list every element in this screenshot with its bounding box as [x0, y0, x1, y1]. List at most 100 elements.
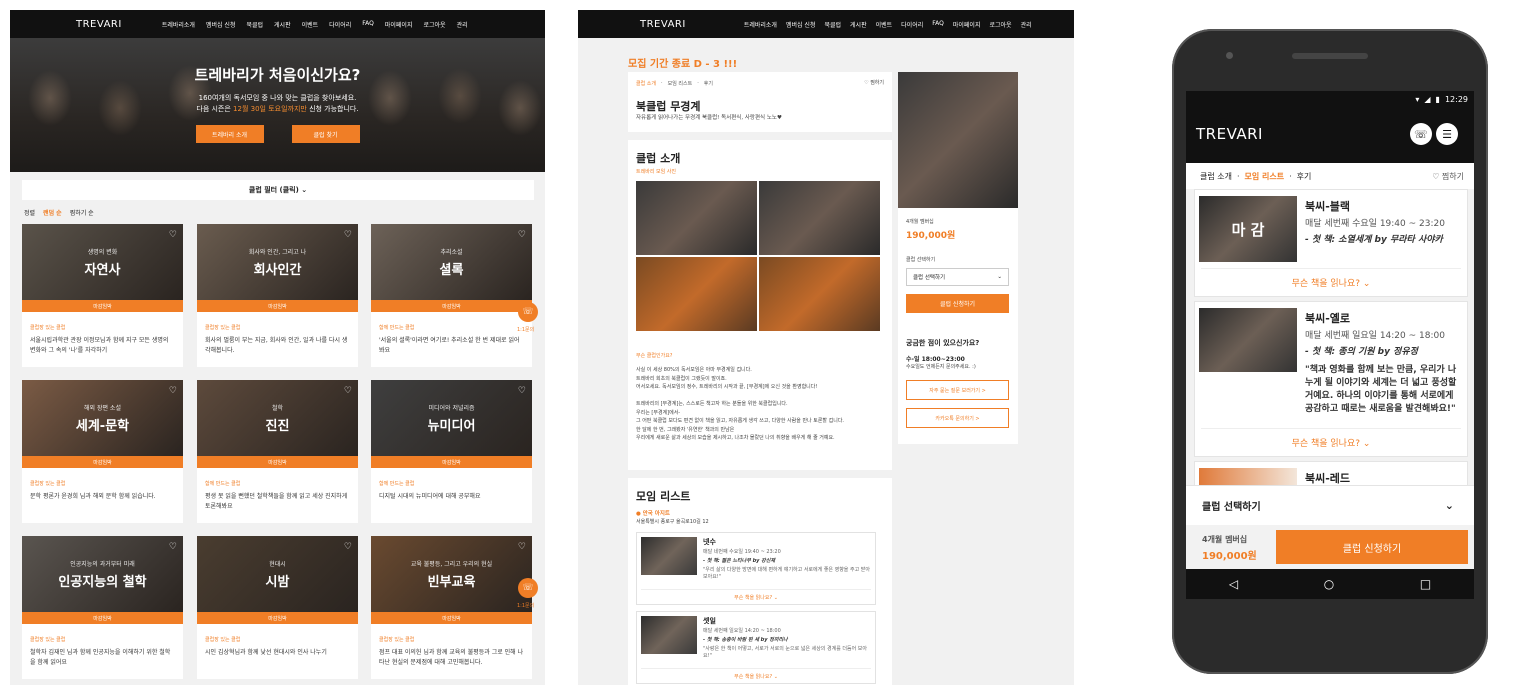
heart-icon[interactable]: ♡: [169, 230, 177, 240]
nav-link[interactable]: 마이페이지: [953, 20, 981, 29]
club-title: 진진: [265, 418, 290, 434]
club-cover-photo: [898, 72, 1018, 208]
club-tag: 클럽장 있는 클럽: [30, 637, 66, 643]
apply-button[interactable]: 클럽 신청하기: [906, 294, 1009, 313]
heart-icon[interactable]: ♡: [344, 386, 352, 396]
session-more-button[interactable]: 무슨 책을 읽나요? ⌄: [637, 594, 875, 601]
home-icon[interactable]: ○: [1324, 577, 1334, 591]
tab-sep: ·: [1289, 171, 1292, 181]
crumb-intro[interactable]: 클럽 소개: [636, 80, 656, 87]
club-card[interactable]: 추리소설 셜록 ♡ 마감임박 함께 만드는 클럽 '서울의 셜록'이라면 여기로! 추리소…: [371, 224, 532, 367]
club-card[interactable]: 미디어와 저널리즘 뉴미디어 ♡ 마감임박 함께 만드는 클럽 디지털 시대의 뉴미디어에…: [371, 380, 532, 523]
club-card[interactable]: 생명의 변화 자연사 ♡ 마감임박 클럽장 있는 클럽 서울시립과학관 관장 이정모님과 …: [22, 224, 183, 367]
nav-link[interactable]: 게시판: [274, 20, 291, 29]
crumb-list[interactable]: 모임 리스트: [668, 80, 693, 87]
heart-icon[interactable]: ♡: [344, 542, 352, 552]
filter-label: 클럽 필터 (클릭): [248, 186, 299, 194]
club-select[interactable]: 클럽 선택하기 ⌄: [906, 268, 1009, 286]
wish-button[interactable]: ♡ 찜하기: [1432, 171, 1464, 182]
club-filter[interactable]: 클럽 필터 (클릭) ⌄: [22, 180, 534, 200]
crumb-review[interactable]: 후기: [704, 80, 713, 87]
sort-random[interactable]: 랜덤 순: [43, 208, 62, 217]
apply-button[interactable]: 클럽 신청하기: [1276, 530, 1468, 564]
club-description: '서울의 셜록'이라면 여기로! 추리소설 한 번 제대로 읽어봐요: [379, 337, 520, 354]
club-category: 인공지능의 과거부터 미래: [70, 560, 135, 568]
kakao-button[interactable]: 카카오톡 문의하기 >: [906, 408, 1009, 428]
club-description: 디지털 시대의 뉴미디어에 대해 공부해요: [379, 493, 481, 500]
heart-icon[interactable]: ♡: [344, 230, 352, 240]
faq-button[interactable]: 자주 묻는 질문 보러가기 >: [906, 380, 1009, 400]
club-card[interactable]: 해외 장편 소설 세계-문학 ♡ 마감임박 클럽장 있는 클럽 문학 평론가 윤경희 님과…: [22, 380, 183, 523]
divider: [1201, 268, 1461, 269]
nav-link[interactable]: 북클럽: [824, 20, 841, 29]
tab-intro[interactable]: 클럽 소개: [1200, 171, 1232, 182]
club-select[interactable]: 클럽 선택하기 ⌄: [1186, 485, 1474, 525]
logo[interactable]: TREVARI: [76, 19, 122, 30]
session-card[interactable]: 북씨-옐로 매달 세번째 일요일 14:20 ~ 18:00 - 첫 책: 종의…: [1194, 301, 1468, 457]
nav-link[interactable]: 이벤트: [302, 20, 319, 29]
nav-link[interactable]: 트레바리소개: [744, 20, 777, 29]
club-description: 평생 못 읽을 뻔했던 철학책들을 함께 읽고 세상 진지하게 토론해봐요: [205, 493, 348, 510]
session-card[interactable]: 넷수 매달 네번째 수요일 19:40 ~ 23:20 - 첫 책: 젊은 느티…: [636, 532, 876, 605]
nav-link[interactable]: 이벤트: [876, 20, 893, 29]
nav-link[interactable]: 로그아웃: [423, 20, 445, 29]
wish-button[interactable]: ♡ 찜하기: [864, 79, 884, 88]
nav-link[interactable]: 북클럽: [246, 20, 263, 29]
tab-review[interactable]: 후기: [1297, 171, 1312, 182]
session-card[interactable]: 마 감 북씨-블랙 매달 세번째 수요일 19:40 ~ 23:20 - 첫 책…: [1194, 189, 1468, 297]
description-line: 우리는 [무경계]에서-: [636, 409, 681, 416]
chevron-down-icon: ⌄: [997, 274, 1002, 280]
club-card[interactable]: 인공지능의 과거부터 미래 인공지능의 철학 ♡ 마감임박 클럽장 있는 클럽 철학자 김…: [22, 536, 183, 679]
session-more-button[interactable]: 무슨 책을 읽나요? ⌄: [637, 673, 875, 680]
closing-badge: 마감임박: [197, 612, 358, 624]
place-name[interactable]: ● 안국 아지트: [636, 509, 670, 517]
heart-icon[interactable]: ♡: [169, 542, 177, 552]
menu-icon[interactable]: ☰: [1436, 123, 1458, 145]
about-button[interactable]: 트레바리 소개: [195, 125, 264, 143]
nav-link[interactable]: 멤버십 신청: [786, 20, 816, 29]
logo[interactable]: TREVARI: [1196, 125, 1263, 143]
closing-badge: 마감임박: [22, 456, 183, 468]
session-more-button[interactable]: 무슨 책을 읽나요? ⌄: [1195, 436, 1467, 449]
nav-link[interactable]: 멤버십 신청: [206, 20, 236, 29]
find-club-button[interactable]: 클럽 찾기: [291, 125, 360, 143]
nav-link[interactable]: 관리: [1021, 20, 1032, 29]
nav-link[interactable]: 마이페이지: [385, 20, 413, 29]
logo[interactable]: TREVARI: [640, 19, 686, 30]
description-line: 트레바리 회초의 북클럽이 그랬듯이 말이죠.: [636, 375, 727, 382]
club-tag: 클럽장 있는 클럽: [379, 637, 415, 643]
club-category: 생명의 변화: [87, 248, 118, 256]
nav-link[interactable]: 다이어리: [329, 20, 351, 29]
sort-wish[interactable]: 찜하기 순: [70, 208, 94, 217]
club-card[interactable]: 현대시 시밤 ♡ 마감임박 클럽장 있는 클럽 시인 김상혁님과 함께 낯선 현대시와 인…: [197, 536, 358, 679]
phone-icon[interactable]: ☏: [1410, 123, 1432, 145]
club-card[interactable]: 교육 불평등, 그리고 우리의 현실 빈부교육 ♡ 마감임박 클럽장 있는 클럽 점프 대…: [371, 536, 532, 679]
heart-icon[interactable]: ♡: [518, 386, 526, 396]
nav-link[interactable]: 관리: [457, 20, 468, 29]
nav-link[interactable]: 트레바리소개: [162, 20, 195, 29]
club-photo-3: [636, 257, 757, 331]
nav-link[interactable]: FAQ: [362, 20, 374, 29]
tab-list[interactable]: 모임 리스트: [1245, 171, 1285, 182]
chat-fab[interactable]: ☏: [518, 302, 538, 322]
back-icon[interactable]: ◁: [1229, 577, 1238, 591]
recents-icon[interactable]: □: [1420, 577, 1431, 591]
heart-icon[interactable]: ♡: [518, 230, 526, 240]
heart-icon[interactable]: ♡: [169, 386, 177, 396]
heart-icon[interactable]: ♡: [518, 542, 526, 552]
status-bar: ▾ ◢ ▮ 12:29: [1186, 91, 1474, 107]
club-card[interactable]: 회사와 인간, 그리고 나 회사인간 ♡ 마감임박 클럽장 있는 클럽 회사의 멀룸이 부…: [197, 224, 358, 367]
nav-link[interactable]: 다이어리: [901, 20, 923, 29]
nav-links: 트레바리소개 멤버십 신청 북클럽 게시판 이벤트 다이어리 FAQ 마이페이지 로그아웃 관리: [162, 20, 468, 29]
session-more-button[interactable]: 무슨 책을 읽나요? ⌄: [1195, 276, 1467, 289]
sort-label: 정렬: [24, 210, 36, 217]
nav-link[interactable]: FAQ: [932, 20, 944, 29]
club-image: 교육 불평등, 그리고 우리의 현실 빈부교육 ♡: [371, 536, 532, 612]
phone-icon: ☏: [522, 583, 534, 593]
session-thumb: [641, 537, 697, 575]
club-card[interactable]: 철학 진진 ♡ 마감임박 함께 만드는 클럽 평생 못 읽을 뻔했던 철학책들을 함께 읽…: [197, 380, 358, 523]
chat-fab-2[interactable]: ☏: [518, 578, 538, 598]
nav-link[interactable]: 로그아웃: [989, 20, 1011, 29]
nav-link[interactable]: 게시판: [850, 20, 867, 29]
session-card[interactable]: 셋일 매달 세번째 일요일 14:20 ~ 18:00 - 첫 책: 송충이 바…: [636, 611, 876, 684]
